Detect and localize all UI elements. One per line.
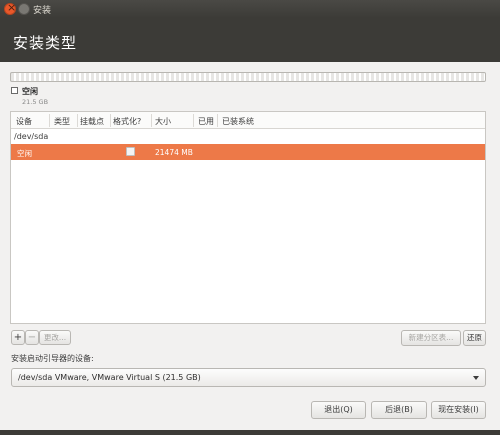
revert-button[interactable]: 还原 — [463, 330, 486, 346]
legend-label: 空闲 — [22, 87, 38, 96]
column-header-mount[interactable]: 挂载点 — [80, 116, 104, 127]
install-now-button[interactable]: 现在安装(I) — [431, 401, 486, 419]
installer-window: 安装 安装类型 空闲 21.5 GB 设备 类型 挂载点 格式化? 大小 已用 … — [0, 0, 500, 435]
device-name: /dev/sda — [14, 132, 49, 141]
new-partition-table-button[interactable]: 新建分区表... — [401, 330, 461, 346]
quit-button[interactable]: 退出(Q) — [311, 401, 366, 419]
table-row-selected[interactable]: 空闲 21474 MB — [11, 144, 485, 160]
bootloader-device-select[interactable]: /dev/sda VMware, VMware Virtual S (21.5 … — [11, 368, 486, 387]
chevron-down-icon — [473, 376, 479, 380]
table-row-device[interactable]: /dev/sda — [11, 130, 485, 144]
page-title: 安装类型 — [13, 34, 78, 52]
column-header-system[interactable]: 已装系统 — [222, 116, 254, 127]
column-header-format[interactable]: 格式化? — [113, 116, 141, 127]
page-header: 安装类型 — [0, 18, 500, 62]
back-button[interactable]: 后退(B) — [371, 401, 427, 419]
partition-bar — [10, 72, 486, 82]
column-header-size[interactable]: 大小 — [155, 116, 171, 127]
column-separator — [151, 114, 152, 127]
cell-size: 21474 MB — [155, 148, 193, 157]
window-bottom-edge — [0, 430, 500, 435]
format-checkbox[interactable] — [126, 147, 135, 156]
cell-device: 空闲 — [17, 149, 32, 158]
table-header: 设备 类型 挂载点 格式化? 大小 已用 已装系统 — [11, 112, 485, 129]
close-icon[interactable] — [4, 1, 16, 15]
column-header-type[interactable]: 类型 — [54, 116, 70, 127]
bootloader-device-value: /dev/sda VMware, VMware Virtual S (21.5 … — [18, 373, 201, 382]
add-partition-button[interactable]: + — [11, 330, 25, 345]
minimize-icon[interactable] — [18, 3, 30, 15]
partition-table: 设备 类型 挂载点 格式化? 大小 已用 已装系统 /dev/sda 空闲 21… — [10, 111, 486, 324]
column-separator — [193, 114, 194, 127]
legend-swatch — [11, 87, 18, 94]
legend-size: 21.5 GB — [22, 98, 49, 106]
remove-partition-button[interactable]: − — [25, 330, 39, 345]
column-header-used[interactable]: 已用 — [198, 116, 214, 127]
column-header-device[interactable]: 设备 — [16, 116, 32, 127]
bootloader-label: 安装启动引导器的设备: — [11, 354, 94, 363]
column-separator — [110, 114, 111, 127]
change-partition-button[interactable]: 更改... — [39, 330, 71, 345]
column-separator — [49, 114, 50, 127]
column-separator — [217, 114, 218, 127]
window-title: 安装 — [33, 6, 52, 16]
column-separator — [77, 114, 78, 127]
title-bar: 安装 — [0, 0, 500, 18]
